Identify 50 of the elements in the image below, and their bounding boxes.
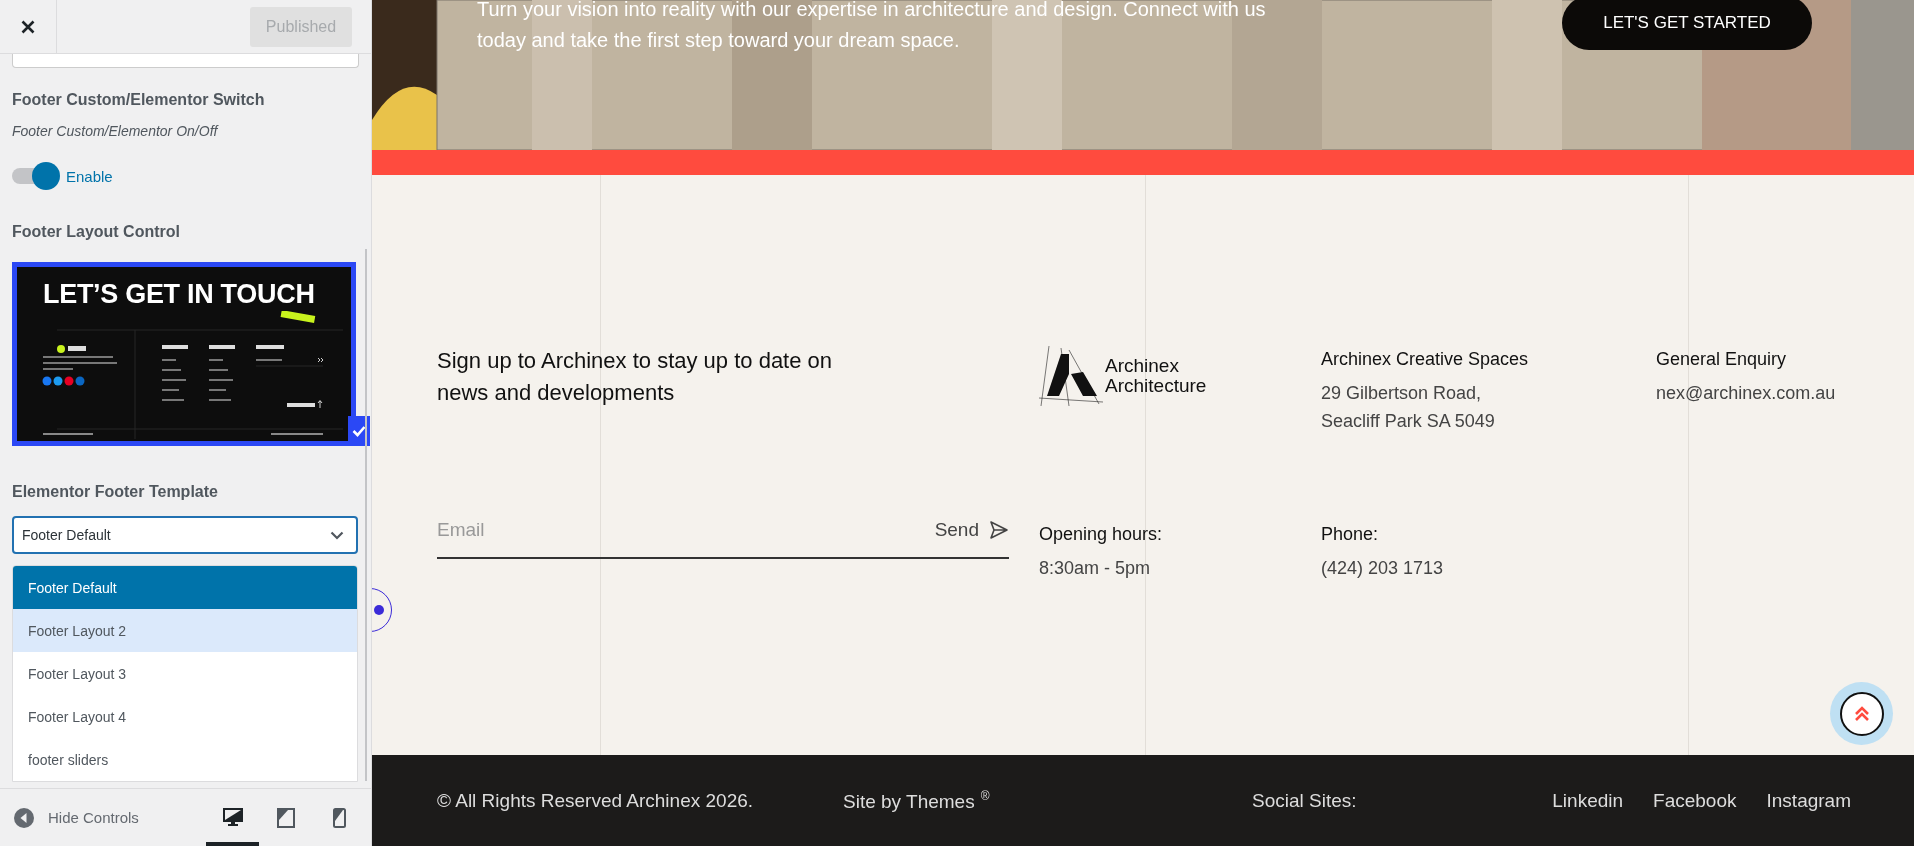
send-icon (989, 520, 1009, 540)
dropdown-option[interactable]: Footer Default (13, 566, 357, 609)
social-link[interactable]: Facebook (1653, 789, 1737, 812)
scrollbar[interactable] (365, 249, 367, 781)
section-title: Footer Layout Control (12, 222, 181, 242)
social-label: Social Sites: (1252, 789, 1357, 812)
architecture-logo-icon (1039, 346, 1103, 406)
hero-text-line: today and take the first step toward your dream space. (477, 28, 961, 53)
checkmark-icon (352, 425, 366, 437)
credit-text: Site by Themes $^{®}$ (843, 788, 991, 813)
text-field[interactable] (12, 54, 359, 68)
email-field[interactable]: Email Send (437, 503, 1009, 559)
email-placeholder: Email (437, 519, 485, 541)
dropdown-option[interactable]: footer sliders (13, 738, 357, 781)
social-link[interactable]: Linkedin (1552, 789, 1624, 812)
info-text: Seacliff Park SA 5049 (1321, 410, 1496, 433)
thumbnail-heading: LET’S GET IN TOUCH (43, 281, 315, 308)
social-link[interactable]: Instagram (1766, 789, 1851, 812)
toggle-label: Enable (66, 167, 113, 185)
dropdown-option[interactable]: Footer Layout 4 (13, 695, 357, 738)
get-started-button[interactable]: LET'S GET STARTED (1562, 0, 1812, 50)
dropdown-option[interactable]: Footer Layout 3 (13, 652, 357, 695)
tablet-icon (275, 807, 296, 828)
select-value: Footer Default (22, 527, 111, 543)
send-button[interactable]: Send (934, 519, 1009, 541)
section-description: Footer Custom/Elementor On/Off (12, 122, 220, 140)
chevron-down-icon (330, 530, 344, 540)
section-title: Footer Custom/Elementor Switch (12, 90, 266, 110)
section-title: Elementor Footer Template (12, 482, 219, 502)
info-heading: Phone: (1321, 523, 1380, 546)
info-heading: Archinex Creative Spaces (1321, 348, 1530, 371)
double-chevron-up-icon (1853, 704, 1870, 723)
layout-thumbnail[interactable]: LET’S GET IN TOUCH (12, 262, 356, 446)
close-icon (21, 19, 35, 34)
logo-text: Archinex Architecture (1105, 356, 1207, 396)
info-heading: General Enquiry (1656, 348, 1788, 371)
desktop-icon (222, 807, 243, 828)
toggle-switch[interactable] (12, 165, 60, 187)
info-text: (424) 203 1713 (1321, 557, 1445, 580)
info-text: 29 Gilbertson Road, (1321, 382, 1483, 405)
info-text: 8:30am - 5pm (1039, 557, 1152, 580)
info-text: nex@archinex.com.au (1656, 382, 1837, 405)
select-field[interactable]: Footer Default (12, 516, 358, 554)
info-heading: Opening hours: (1039, 523, 1164, 546)
signup-text: Sign up to Archinex to stay up to date on news and developments (437, 347, 834, 407)
dropdown-option[interactable]: Footer Layout 2 (13, 609, 357, 652)
hide-controls-button[interactable]: Hide Controls (0, 807, 139, 828)
collapse-icon (14, 807, 34, 828)
hero-text-line: Turn your vision into reality with our expertise in architecture and design. Connect with us (477, 0, 1266, 22)
copyright-text: © All Rights Reserved Archinex 2026. (437, 789, 755, 812)
